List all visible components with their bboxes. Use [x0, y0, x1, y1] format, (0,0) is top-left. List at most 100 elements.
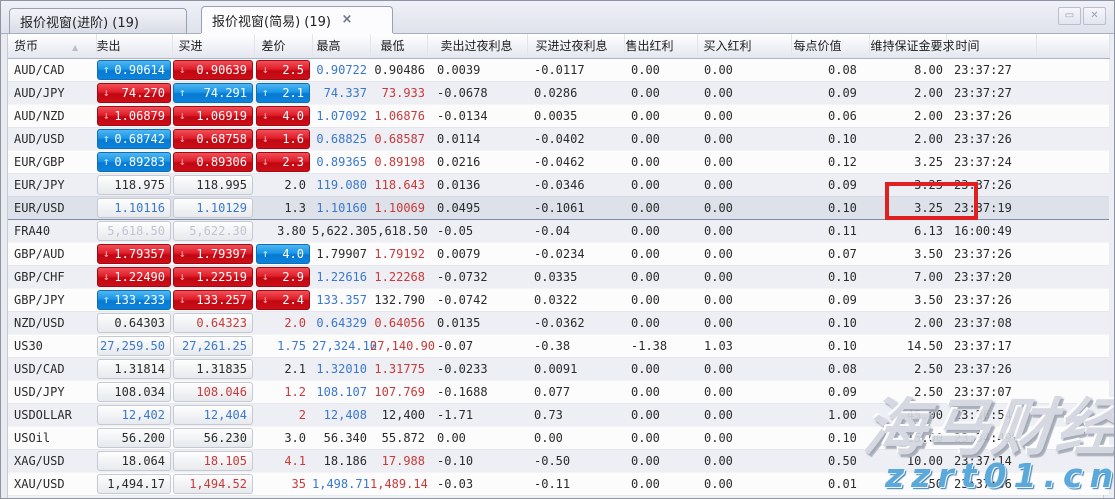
buy-dividend: 0.00	[697, 472, 791, 495]
column-header-11[interactable]: 每点价值	[791, 34, 870, 59]
buy-price-button[interactable]: 27,261.25	[173, 335, 253, 356]
symbol-cell: USD/CAD	[8, 357, 96, 380]
buy-price-button[interactable]: 0.64323	[173, 312, 253, 333]
sell-price-button[interactable]: 12,402	[97, 404, 171, 425]
quote-row-gbp-jpy[interactable]: GBP/JPY ↑ 133.233 ↓ 133.257 ↓ 2.4 133.357 132.79…	[8, 288, 1109, 311]
sell-price-button[interactable]: ↑ 0.89283	[97, 151, 171, 172]
sell-price-button[interactable]: ↓ 74.270	[97, 82, 171, 103]
sell-price-button[interactable]: ↓ 1.06879	[97, 105, 171, 126]
sell-price-button[interactable]: 56.200	[97, 427, 171, 448]
price-value: 5,622.30	[189, 223, 247, 238]
quote-row-aud-jpy[interactable]: AUD/JPY ↓ 74.270 ↑ 74.291 ↑ 2.1 74.337 73.933 -0.…	[8, 81, 1109, 104]
left-splitter[interactable]	[1, 34, 8, 498]
restore-window-icon[interactable]: ▭	[1058, 7, 1081, 25]
column-header-1[interactable]: 货币 ▲	[8, 34, 97, 59]
quote-row-usoil[interactable]: USOil 56.200 56.230 3.0 56.340 55.872 0.00 0.00…	[8, 426, 1109, 449]
spread-button[interactable]: ↓ 4.0	[256, 105, 310, 126]
buy-overnight-interest: 0.73	[527, 403, 624, 426]
tab-close-icon[interactable]: ×	[340, 13, 354, 27]
spread-button[interactable]: ↓ 2.5	[256, 59, 310, 80]
buy-price-button[interactable]: 108.046	[173, 381, 253, 402]
sell-price-button[interactable]: ↓ 1.22490	[97, 266, 171, 287]
row-filler	[1036, 357, 1109, 380]
column-header-3[interactable]: 买进	[172, 34, 255, 59]
sell-price-button[interactable]: 5,618.50	[97, 220, 171, 241]
quote-row-usdollar[interactable]: USDOLLAR 12,402 12,404 2 12,408 12,400 -1.71 0.…	[8, 403, 1109, 426]
price-value: 1.06919	[196, 108, 247, 123]
sell-price-button[interactable]: ↑ 0.90614	[97, 59, 171, 80]
column-header-7[interactable]: 卖出过夜利息	[427, 34, 528, 59]
quote-row-aud-nzd[interactable]: AUD/NZD ↓ 1.06879 ↓ 1.06919 ↓ 4.0 1.07092 1.0687…	[8, 104, 1109, 127]
buy-price-button[interactable]: 12,404	[173, 404, 253, 425]
spread-button[interactable]: ↓ 2.9	[256, 266, 310, 287]
spread-button[interactable]: ↑ 4.0	[256, 243, 310, 264]
sell-price-button[interactable]: ↑ 133.233	[97, 289, 171, 310]
spread-cell: 2.0	[254, 173, 312, 196]
sell-price-button[interactable]: 1,494.17	[97, 473, 171, 494]
spread-button[interactable]: ↓ 2.3	[256, 151, 310, 172]
tab-quote-simple[interactable]: 报价视窗(简易) (19) ×	[201, 6, 393, 33]
column-header-5[interactable]: 最高	[312, 34, 371, 59]
column-header-12[interactable]: 维持保证金要求	[869, 34, 955, 59]
sell-price-button[interactable]: 1.10116	[97, 197, 171, 218]
sell-price-button[interactable]: 108.034	[97, 381, 171, 402]
buy-price-button[interactable]: ↓ 133.257	[173, 289, 253, 310]
spread-button[interactable]: ↓ 1.6	[256, 128, 310, 149]
quote-row-aud-cad[interactable]: AUD/CAD ↑ 0.90614 ↓ 0.90639 ↓ 2.5 0.90722 0.9048…	[8, 58, 1109, 81]
quote-row-gbp-chf[interactable]: GBP/CHF ↓ 1.22490 ↓ 1.22519 ↓ 2.9 1.22616 1.2226…	[8, 265, 1109, 288]
column-header-9[interactable]: 售出红利	[624, 34, 698, 59]
buy-price-button[interactable]: 5,622.30	[173, 220, 253, 241]
tab-quote-advanced[interactable]: 报价视窗(进阶) (19)	[9, 8, 187, 33]
sell-price-button[interactable]: ↓ 1.79357	[97, 243, 171, 264]
spread-cell: 1.2	[254, 380, 312, 403]
sell-price-button[interactable]: 27,259.50	[97, 335, 171, 356]
point-value: 0.09	[791, 81, 869, 104]
buy-price-button[interactable]: ↓ 0.89306	[173, 151, 253, 172]
spread-button[interactable]: ↓ 2.4	[256, 289, 310, 310]
quote-row-aud-usd[interactable]: AUD/USD ↑ 0.68742 ↓ 0.68758 ↓ 1.6 0.68825 0.6858…	[8, 127, 1109, 150]
sell-price-button[interactable]: ↑ 0.68742	[97, 128, 171, 149]
sell-dividend: -1.38	[624, 334, 697, 357]
price-value: 18.105	[203, 453, 247, 468]
buy-price-button[interactable]: 1.31835	[173, 358, 253, 379]
low-value: 118.643	[370, 173, 427, 196]
buy-price-button[interactable]: 18.105	[173, 450, 253, 471]
close-window-icon[interactable]: ✕	[1083, 7, 1106, 25]
spread-button[interactable]: ↑ 2.1	[256, 82, 310, 103]
symbol-cell: AUD/NZD	[8, 104, 96, 127]
symbol-cell: USOil	[8, 426, 96, 449]
quote-row-eur-gbp[interactable]: EUR/GBP ↑ 0.89283 ↓ 0.89306 ↓ 2.3 0.89365 0.8919…	[8, 150, 1109, 173]
margin-requirement: 14.50	[869, 334, 946, 357]
buy-price-button[interactable]: 1.10129	[173, 197, 253, 218]
buy-overnight-interest: -0.0402	[527, 127, 624, 150]
buy-price-button[interactable]: ↓ 1.79397	[173, 243, 253, 264]
sell-price-button[interactable]: 1.31814	[97, 358, 171, 379]
quote-row-gbp-aud[interactable]: GBP/AUD ↓ 1.79357 ↓ 1.79397 ↑ 4.0 1.79907 1.7919…	[8, 242, 1109, 265]
sell-price-button[interactable]: 18.064	[97, 450, 171, 471]
quote-row-nzd-usd[interactable]: NZD/USD 0.64303 0.64323 2.0 0.64329 0.64056 0.…	[8, 311, 1109, 334]
sell-price-button[interactable]: 0.64303	[97, 312, 171, 333]
buy-price-button[interactable]: ↑ 74.291	[173, 82, 253, 103]
quote-row-usd-jpy[interactable]: USD/JPY 108.034 108.046 1.2 108.107 107.769 -0…	[8, 380, 1109, 403]
buy-price-button[interactable]: ↓ 1.22519	[173, 266, 253, 287]
sell-price-button[interactable]: 118.975	[97, 174, 171, 195]
quote-row-us30[interactable]: US30 27,259.50 27,261.25 1.75 27,324.10 27,14…	[8, 334, 1109, 357]
column-header-10[interactable]: 买入红利	[697, 34, 792, 59]
buy-price-button[interactable]: 118.995	[173, 174, 253, 195]
quote-row-xag-usd[interactable]: XAG/USD 18.064 18.105 4.1 18.186 17.988 -0.10-…	[8, 449, 1109, 472]
buy-price-button[interactable]: 1,494.52	[173, 473, 253, 494]
buy-overnight-interest: -0.0117	[527, 58, 624, 81]
symbol-cell: GBP/AUD	[8, 242, 96, 265]
buy-price-button[interactable]: ↓ 0.90639	[173, 59, 253, 80]
column-header-4[interactable]: 差价	[254, 34, 313, 59]
column-header-8[interactable]: 买进过夜利息	[527, 34, 625, 59]
column-header-2[interactable]: 卖出	[96, 34, 173, 59]
quote-row-fra40[interactable]: FRA40 5,618.50 5,622.30 3.80 5,622.30 5,618.5…	[8, 219, 1109, 242]
column-header-13[interactable]: 时间	[946, 34, 1037, 59]
column-header-6[interactable]: 最低	[370, 34, 428, 59]
buy-price-button[interactable]: 56.230	[173, 427, 253, 448]
buy-price-button[interactable]: ↓ 0.68758	[173, 128, 253, 149]
buy-price-button[interactable]: ↓ 1.06919	[173, 105, 253, 126]
quote-row-xau-usd[interactable]: XAU/USD 1,494.17 1,494.52 35 1,498.71 1,489.1…	[8, 472, 1109, 495]
quote-row-usd-cad[interactable]: USD/CAD 1.31814 1.31835 2.1 1.32010 1.31775 -0…	[8, 357, 1109, 380]
